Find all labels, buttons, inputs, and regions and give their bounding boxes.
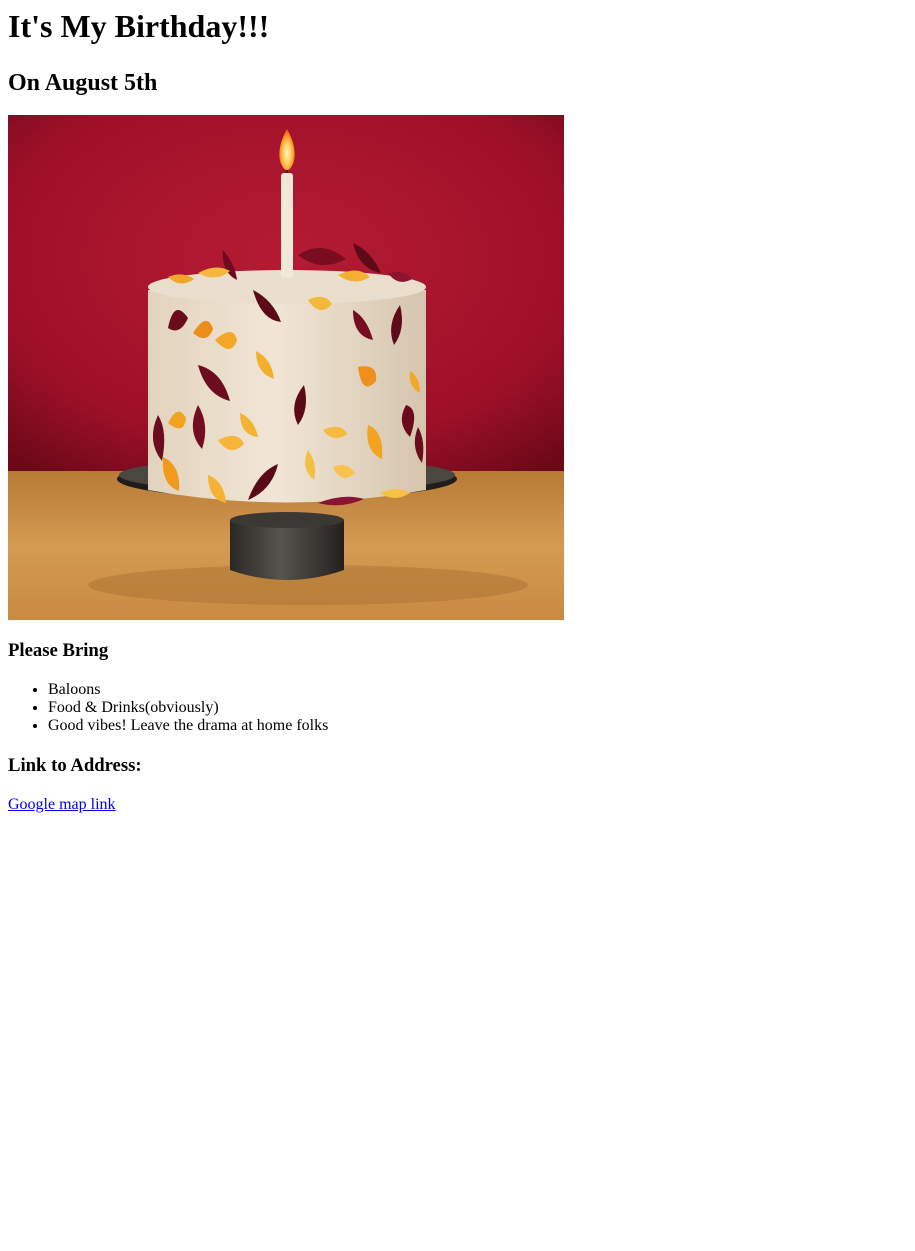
- bring-heading: Please Bring: [8, 640, 109, 661]
- page-title: It's My Birthday!!!: [8, 8, 270, 44]
- birthday-cake-image: [8, 115, 564, 620]
- list-item: Baloons: [48, 681, 907, 699]
- bring-list: Baloons Food & Drinks(obviously) Good vi…: [8, 681, 907, 735]
- list-item: Good vibes! Leave the drama at home folk…: [48, 717, 907, 735]
- page-content: It's My Birthday!!! On August 5th Please…: [0, 8, 915, 814]
- google-map-link[interactable]: Google map link: [8, 796, 116, 813]
- list-item: Food & Drinks(obviously): [48, 699, 907, 717]
- address-paragraph: Google map link: [8, 796, 907, 814]
- address-heading: Link to Address:: [8, 755, 142, 776]
- page-subtitle: On August 5th: [8, 70, 158, 96]
